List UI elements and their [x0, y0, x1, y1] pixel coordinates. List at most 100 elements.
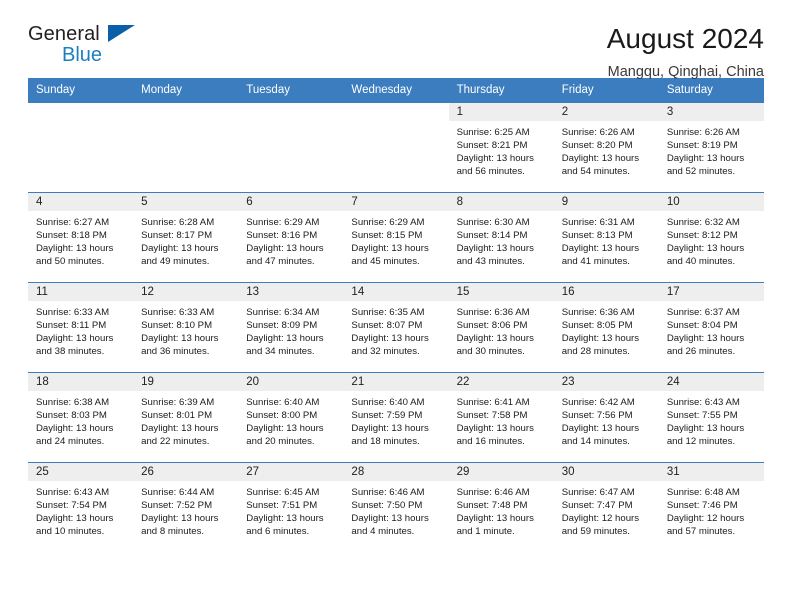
weekday-header-wednesday: Wednesday: [343, 78, 449, 103]
day-cell[interactable]: 6 Sunrise: 6:29 AM Sunset: 8:16 PM Dayli…: [238, 192, 344, 283]
sunrise-text: Sunrise: 6:45 AM: [246, 487, 320, 498]
sunset-text: Sunset: 8:16 PM: [246, 230, 318, 242]
day-number: 9: [553, 193, 659, 211]
sunrise-text: Sunrise: 6:27 AM: [36, 217, 110, 228]
day-cell[interactable]: 20 Sunrise: 6:40 AM Sunset: 8:00 PM Dayl…: [238, 372, 344, 463]
day-number: 8: [448, 193, 554, 211]
day-cell[interactable]: [28, 102, 134, 193]
daylight-text-line2: and 12 minutes.: [666, 436, 736, 448]
day-cell[interactable]: 21 Sunrise: 6:40 AM Sunset: 7:59 PM Dayl…: [343, 372, 449, 463]
week-row: 1 Sunrise: 6:25 AM Sunset: 8:21 PM Dayli…: [28, 102, 764, 193]
daylight-text-line2: and 47 minutes.: [246, 256, 315, 268]
sunset-text: Sunset: 8:06 PM: [456, 320, 528, 332]
day-cell[interactable]: 23 Sunrise: 6:42 AM Sunset: 7:56 PM Dayl…: [553, 372, 659, 463]
sunrise-text: Sunrise: 6:29 AM: [351, 217, 425, 228]
day-cell[interactable]: 17 Sunrise: 6:37 AM Sunset: 8:04 PM Dayl…: [658, 282, 764, 373]
sunrise-text: Sunrise: 6:47 AM: [561, 487, 635, 498]
day-cell[interactable]: 25 Sunrise: 6:43 AM Sunset: 7:54 PM Dayl…: [28, 462, 134, 552]
day-cell[interactable]: [133, 102, 239, 193]
day-cell[interactable]: 26 Sunrise: 6:44 AM Sunset: 7:52 PM Dayl…: [133, 462, 239, 552]
day-cell[interactable]: 22 Sunrise: 6:41 AM Sunset: 7:58 PM Dayl…: [448, 372, 554, 463]
daylight-text-line2: and 10 minutes.: [36, 526, 105, 538]
day-cell[interactable]: 15 Sunrise: 6:36 AM Sunset: 8:06 PM Dayl…: [448, 282, 554, 373]
sunrise-text: Sunrise: 6:30 AM: [456, 217, 530, 228]
sunset-text: Sunset: 8:21 PM: [456, 140, 528, 152]
day-cell[interactable]: 31 Sunrise: 6:48 AM Sunset: 7:46 PM Dayl…: [658, 462, 764, 552]
page-subtitle: Mangqu, Qinghai, China: [607, 63, 764, 80]
day-cell[interactable]: 8 Sunrise: 6:30 AM Sunset: 8:14 PM Dayli…: [448, 192, 554, 283]
day-number: 31: [658, 463, 764, 481]
day-cell[interactable]: 16 Sunrise: 6:36 AM Sunset: 8:05 PM Dayl…: [553, 282, 659, 373]
day-number: 10: [658, 193, 764, 211]
sunrise-text: Sunrise: 6:48 AM: [666, 487, 740, 498]
day-number: 19: [133, 373, 239, 391]
day-number: 11: [28, 283, 134, 301]
day-cell[interactable]: 4 Sunrise: 6:27 AM Sunset: 8:18 PM Dayli…: [28, 192, 134, 283]
sunset-text: Sunset: 7:52 PM: [141, 500, 213, 512]
sunset-text: Sunset: 7:50 PM: [351, 500, 423, 512]
daylight-text-line2: and 26 minutes.: [666, 346, 736, 358]
day-cell[interactable]: [238, 102, 344, 193]
day-cell[interactable]: 5 Sunrise: 6:28 AM Sunset: 8:17 PM Dayli…: [133, 192, 239, 283]
day-cell[interactable]: 30 Sunrise: 6:47 AM Sunset: 7:47 PM Dayl…: [553, 462, 659, 552]
sunrise-text: Sunrise: 6:34 AM: [246, 307, 320, 318]
daylight-text-line1: Daylight: 13 hours: [561, 243, 640, 255]
daylight-text-line2: and 8 minutes.: [141, 526, 205, 538]
sunrise-text: Sunrise: 6:40 AM: [246, 397, 320, 408]
day-number: 18: [28, 373, 134, 391]
day-cell[interactable]: 13 Sunrise: 6:34 AM Sunset: 8:09 PM Dayl…: [238, 282, 344, 373]
day-cell[interactable]: 10 Sunrise: 6:32 AM Sunset: 8:12 PM Dayl…: [658, 192, 764, 283]
day-details: Sunrise: 6:37 AM Sunset: 8:04 PM Dayligh…: [659, 301, 764, 358]
sunset-text: Sunset: 7:54 PM: [36, 500, 107, 512]
daylight-text-line1: Daylight: 13 hours: [246, 243, 324, 255]
day-details: Sunrise: 6:33 AM Sunset: 8:10 PM Dayligh…: [133, 301, 238, 358]
generalblue-logo[interactable]: General Blue: [28, 24, 148, 76]
title-block: August 2024 Mangqu, Qinghai, China: [607, 23, 764, 80]
day-cell[interactable]: 24 Sunrise: 6:43 AM Sunset: 7:55 PM Dayl…: [658, 372, 764, 463]
day-details: Sunrise: 6:25 AM Sunset: 8:21 PM Dayligh…: [449, 121, 554, 178]
day-cell[interactable]: 19 Sunrise: 6:39 AM Sunset: 8:01 PM Dayl…: [133, 372, 239, 463]
daylight-text-line1: Daylight: 13 hours: [456, 423, 534, 435]
daylight-text-line2: and 45 minutes.: [351, 256, 420, 268]
daylight-text-line2: and 14 minutes.: [561, 436, 630, 448]
logo-text-blue: Blue: [62, 44, 103, 66]
day-details: Sunrise: 6:39 AM Sunset: 8:01 PM Dayligh…: [133, 391, 238, 448]
daylight-text-line2: and 38 minutes.: [36, 346, 105, 358]
day-cell[interactable]: 18 Sunrise: 6:38 AM Sunset: 8:03 PM Dayl…: [28, 372, 134, 463]
day-number: 6: [238, 193, 344, 211]
daylight-text-line2: and 57 minutes.: [666, 526, 736, 538]
sunset-text: Sunset: 7:55 PM: [666, 410, 738, 422]
week-row: 18 Sunrise: 6:38 AM Sunset: 8:03 PM Dayl…: [28, 372, 764, 463]
day-cell[interactable]: 2 Sunrise: 6:26 AM Sunset: 8:20 PM Dayli…: [553, 102, 659, 193]
week-row: 25 Sunrise: 6:43 AM Sunset: 7:54 PM Dayl…: [28, 462, 764, 552]
day-cell[interactable]: 7 Sunrise: 6:29 AM Sunset: 8:15 PM Dayli…: [343, 192, 449, 283]
day-cell[interactable]: 9 Sunrise: 6:31 AM Sunset: 8:13 PM Dayli…: [553, 192, 659, 283]
daylight-text-line1: Daylight: 13 hours: [246, 513, 324, 525]
daylight-text-line2: and 41 minutes.: [561, 256, 630, 268]
sunrise-text: Sunrise: 6:26 AM: [666, 127, 740, 138]
day-cell[interactable]: 27 Sunrise: 6:45 AM Sunset: 7:51 PM Dayl…: [238, 462, 344, 552]
day-details: Sunrise: 6:45 AM Sunset: 7:51 PM Dayligh…: [238, 481, 343, 538]
day-number: 21: [343, 373, 449, 391]
day-cell[interactable]: 3 Sunrise: 6:26 AM Sunset: 8:19 PM Dayli…: [658, 102, 764, 193]
sunset-text: Sunset: 8:17 PM: [141, 230, 213, 242]
sunset-text: Sunset: 7:59 PM: [351, 410, 423, 422]
day-cell[interactable]: 1 Sunrise: 6:25 AM Sunset: 8:21 PM Dayli…: [448, 102, 554, 193]
daylight-text-line2: and 28 minutes.: [561, 346, 630, 358]
sunrise-text: Sunrise: 6:29 AM: [246, 217, 320, 228]
daylight-text-line1: Daylight: 13 hours: [141, 513, 219, 525]
sunset-text: Sunset: 8:03 PM: [36, 410, 107, 422]
day-cell[interactable]: 12 Sunrise: 6:33 AM Sunset: 8:10 PM Dayl…: [133, 282, 239, 373]
day-cell[interactable]: 11 Sunrise: 6:33 AM Sunset: 8:11 PM Dayl…: [28, 282, 134, 373]
day-cell[interactable]: 14 Sunrise: 6:35 AM Sunset: 8:07 PM Dayl…: [343, 282, 449, 373]
day-cell[interactable]: 29 Sunrise: 6:46 AM Sunset: 7:48 PM Dayl…: [448, 462, 554, 552]
day-cell[interactable]: [343, 102, 449, 193]
daylight-text-line2: and 30 minutes.: [456, 346, 525, 358]
day-number: 24: [658, 373, 764, 391]
sunset-text: Sunset: 8:07 PM: [351, 320, 423, 332]
day-number: 2: [553, 103, 659, 121]
sunset-text: Sunset: 8:04 PM: [666, 320, 738, 332]
day-cell[interactable]: 28 Sunrise: 6:46 AM Sunset: 7:50 PM Dayl…: [343, 462, 449, 552]
day-details: Sunrise: 6:38 AM Sunset: 8:03 PM Dayligh…: [28, 391, 133, 448]
day-number: 7: [343, 193, 449, 211]
